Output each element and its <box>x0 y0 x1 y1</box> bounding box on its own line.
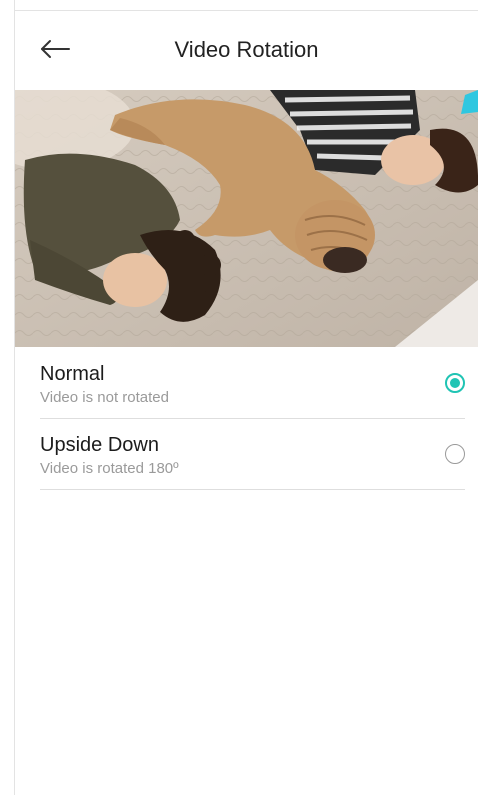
page-title: Video Rotation <box>174 37 319 62</box>
option-label: Normal <box>40 363 105 385</box>
rotation-options: Normal Video is not rotated Upside Down … <box>40 348 465 490</box>
video-rotation-screen: Video Rotation Normal Video is not rotat… <box>0 0 478 795</box>
option-upside-down[interactable]: Upside Down Video is rotated 180º <box>40 419 465 490</box>
option-normal[interactable]: Normal Video is not rotated <box>40 348 465 419</box>
radio-button[interactable] <box>445 444 465 464</box>
radio-button-selected[interactable] <box>445 373 465 393</box>
option-description: Video is not rotated <box>40 389 169 406</box>
option-description: Video is rotated 180º <box>40 460 179 477</box>
video-preview <box>15 90 478 347</box>
header-bar: Video Rotation <box>15 11 478 90</box>
camera-preview-image <box>15 90 478 347</box>
option-label: Upside Down <box>40 434 159 456</box>
